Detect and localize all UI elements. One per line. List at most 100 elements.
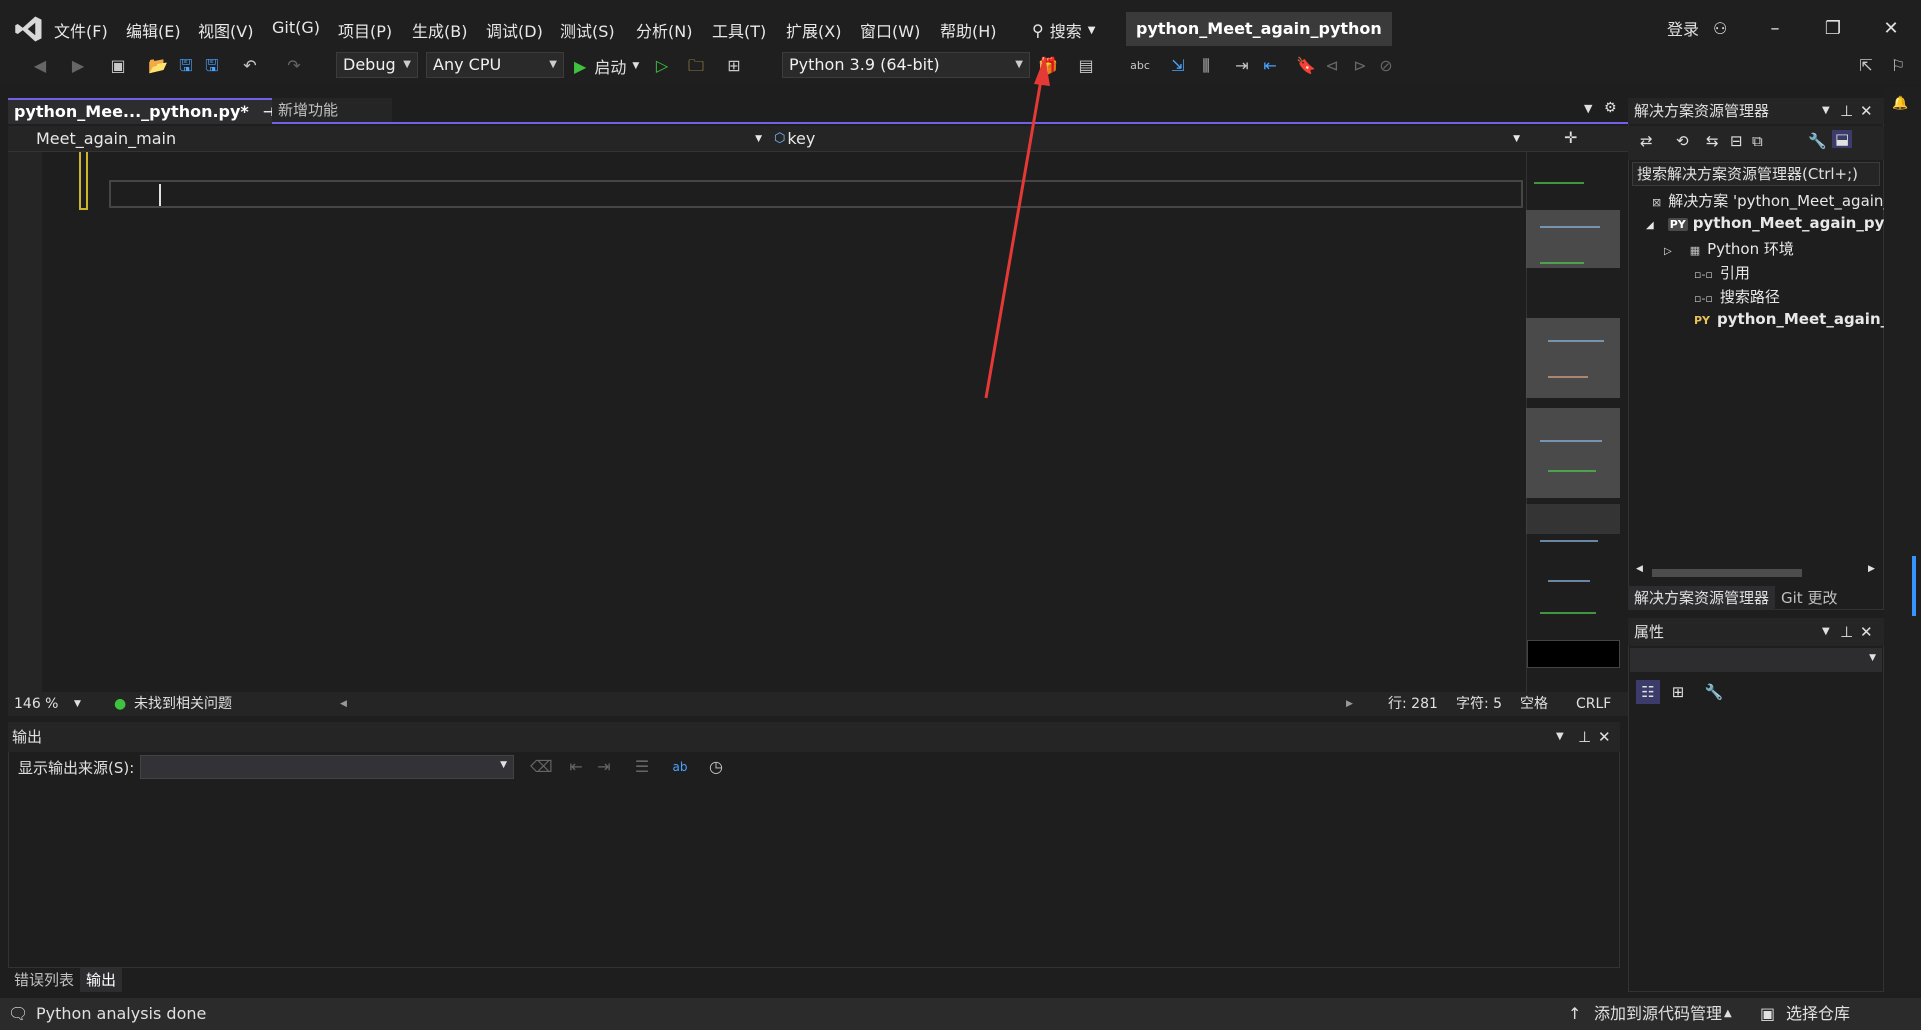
tab-python-file[interactable]: python_Mee..._python.py* ⊣ ✕ — [8, 98, 303, 124]
menu-git[interactable]: Git(G) — [272, 18, 320, 37]
restore-button[interactable]: ❐ — [1818, 14, 1848, 44]
sign-in-button[interactable]: 登录 ⚇ — [1667, 16, 1727, 40]
property-pages-icon[interactable]: ⊞ — [1666, 680, 1690, 704]
prev-message-icon[interactable]: ⇤ — [566, 757, 586, 777]
gear-icon[interactable]: ⚙ — [1604, 100, 1617, 116]
menu-project[interactable]: 项目(P) — [338, 18, 392, 42]
properties-object-dropdown[interactable]: ▼ — [1630, 648, 1882, 672]
code-editor[interactable] — [8, 152, 1526, 692]
visual-studio-logo-icon[interactable] — [14, 14, 44, 44]
clear-output-icon[interactable]: ⌫ — [530, 757, 553, 777]
scroll-left-icon[interactable]: ◀ — [340, 692, 347, 716]
minimap-viewport[interactable] — [1527, 640, 1620, 668]
format-icon[interactable]: ⫼ — [1196, 56, 1216, 76]
menu-analyze[interactable]: 分析(N) — [636, 18, 692, 42]
gift-icon[interactable]: 🎁 — [1038, 56, 1058, 76]
clock-icon[interactable]: ◷ — [706, 757, 726, 777]
tab-solution-explorer[interactable]: 解决方案资源管理器 — [1628, 586, 1776, 610]
add-to-source-control-button[interactable]: 添加到源代码管理 — [1594, 998, 1722, 1030]
layout-icon[interactable]: ⊞ — [724, 56, 744, 76]
issues-status[interactable]: 未找到相关问题 — [134, 692, 232, 716]
menu-edit[interactable]: 编辑(E) — [126, 18, 181, 42]
menu-test[interactable]: 测试(S) — [560, 18, 615, 42]
scroll-right-icon[interactable]: ▶ — [1868, 564, 1875, 574]
menu-build[interactable]: 生成(B) — [412, 18, 467, 42]
scroll-right-icon[interactable]: ▶ — [1346, 692, 1353, 716]
indent-icon[interactable]: ⇥ — [1232, 56, 1252, 76]
redo-icon[interactable]: ↷ — [284, 56, 304, 76]
search-button[interactable]: ⚲ 搜索 ▼ — [1032, 18, 1095, 42]
split-editor-icon[interactable]: ✛ — [1564, 128, 1577, 147]
navigate-forward-icon[interactable]: ▶ — [68, 56, 88, 76]
clear-all-icon[interactable]: ☰ — [632, 757, 652, 777]
line-ending[interactable]: CRLF — [1576, 692, 1611, 716]
share-icon[interactable]: ⇱ — [1856, 56, 1876, 76]
pin-icon[interactable]: ⊥ — [1840, 618, 1853, 646]
menu-window[interactable]: 窗口(W) — [860, 18, 920, 42]
char-number[interactable]: 字符: 5 — [1456, 692, 1502, 716]
prev-bookmark-icon[interactable]: ⊲ — [1322, 56, 1342, 76]
collapse-all-icon[interactable]: ⊟ — [1730, 132, 1743, 150]
select-repository-button[interactable]: 选择仓库 — [1786, 998, 1850, 1030]
configuration-dropdown[interactable]: Debug ▼ — [336, 52, 418, 78]
output-source-dropdown[interactable]: ▼ — [140, 755, 514, 779]
preview-selected-icon[interactable]: ⬓ — [1832, 130, 1853, 148]
notifications-icon[interactable]: 🔔 — [1892, 96, 1908, 111]
python-environment-dropdown[interactable]: Python 3.9 (64-bit) ▼ — [782, 52, 1030, 78]
tree-python-env[interactable]: ▷ ▦ Python 环境 — [1664, 238, 1794, 259]
start-without-debugging-icon[interactable]: ▷ — [652, 56, 672, 76]
pin-icon[interactable]: ⊥ — [1578, 722, 1591, 752]
tree-search-paths[interactable]: ▫-▫ 搜索路径 — [1692, 286, 1780, 307]
show-all-files-icon[interactable]: ⧉ — [1752, 132, 1763, 150]
tab-list-chevron-icon[interactable]: ▼ — [1584, 102, 1592, 115]
whitespace-mode[interactable]: 空格 — [1520, 692, 1548, 716]
close-icon[interactable]: ✕ — [1860, 618, 1873, 646]
window-layout-icon[interactable]: ▤ — [1076, 56, 1096, 76]
outdent-icon[interactable]: ⇤ — [1260, 56, 1280, 76]
chevron-down-icon[interactable]: ▼ — [1556, 722, 1564, 752]
scroll-left-icon[interactable]: ◀ — [1636, 564, 1643, 574]
feedback-icon[interactable]: ⚐ — [1888, 56, 1908, 76]
navigate-back-icon[interactable]: ◀ — [30, 56, 50, 76]
switch-views-icon[interactable]: ⇆ — [1706, 132, 1719, 150]
menu-debug[interactable]: 调试(D) — [486, 18, 543, 42]
chevron-down-icon[interactable]: ▼ — [1822, 98, 1830, 124]
save-all-icon[interactable]: 🖫 — [202, 56, 222, 76]
zoom-level[interactable]: 146 % — [14, 692, 58, 716]
word-wrap-icon[interactable]: ab — [670, 757, 690, 777]
tab-git-changes[interactable]: Git 更改 — [1775, 586, 1843, 610]
scope-dropdown[interactable]: Meet_again_main ▼ — [36, 126, 766, 152]
tab-output[interactable]: 输出 — [80, 968, 123, 992]
categorized-icon[interactable]: ☷ — [1636, 680, 1660, 704]
next-bookmark-icon[interactable]: ⊳ — [1350, 56, 1370, 76]
properties-wrench-icon[interactable]: 🔧 — [1808, 132, 1827, 150]
line-number[interactable]: 行: 281 — [1388, 692, 1438, 716]
menu-file[interactable]: 文件(F) — [54, 18, 108, 42]
next-message-icon[interactable]: ⇥ — [594, 757, 614, 777]
spell-check-icon[interactable]: abc — [1130, 56, 1150, 76]
pin-icon[interactable]: ⊥ — [1840, 98, 1853, 124]
history-icon[interactable]: ⟲ — [1676, 132, 1689, 150]
new-project-icon[interactable]: ▣ — [108, 56, 128, 76]
solution-search-input[interactable]: 搜索解决方案资源管理器(Ctrl+;) — [1632, 162, 1880, 186]
start-debugging-button[interactable]: ▶ 启动 ▼ — [574, 54, 639, 78]
tree-project[interactable]: ◢ PY python_Meet_again_python — [1646, 214, 1921, 232]
close-button[interactable]: ✕ — [1876, 14, 1906, 44]
close-icon[interactable]: ✕ — [1598, 722, 1611, 752]
tree-solution[interactable]: ⊠ 解决方案 'python_Meet_again_python' — [1650, 190, 1921, 211]
minimize-button[interactable]: – — [1760, 14, 1790, 44]
clear-bookmarks-icon[interactable]: ⊘ — [1376, 56, 1396, 76]
wrench-icon[interactable]: 🔧 — [1702, 680, 1726, 704]
bookmark-icon[interactable]: 🔖 — [1296, 56, 1316, 76]
sync-view-icon[interactable]: ⇄ — [1640, 132, 1653, 150]
save-icon[interactable]: 🖫 — [176, 56, 196, 76]
member-dropdown[interactable]: ⬡ key ▼ — [774, 126, 1526, 152]
open-file-icon[interactable]: 📂 — [148, 56, 168, 76]
chevron-down-icon[interactable]: ▼ — [1822, 618, 1830, 646]
close-icon[interactable]: ✕ — [1860, 98, 1873, 124]
menu-help[interactable]: 帮助(H) — [940, 18, 997, 42]
scrollbar-thumb[interactable] — [1652, 569, 1802, 577]
step-icon[interactable]: ⇲ — [1168, 56, 1188, 76]
tab-whats-new[interactable]: 新增功能 — [272, 98, 392, 122]
platform-dropdown[interactable]: Any CPU ▼ — [426, 52, 564, 78]
